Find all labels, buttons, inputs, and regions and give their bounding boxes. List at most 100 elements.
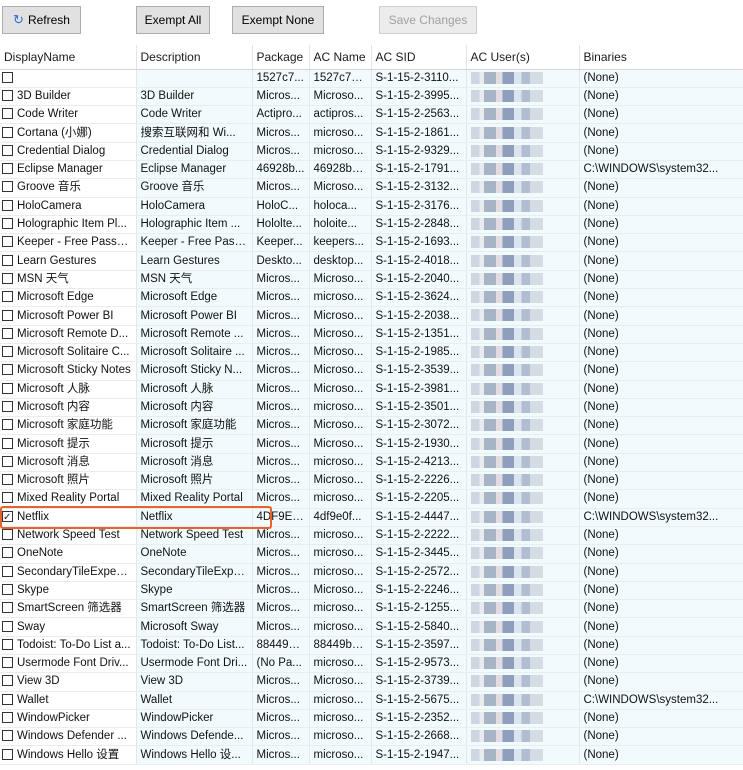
exempt-checkbox[interactable]	[2, 565, 13, 577]
table-row[interactable]: Windows Hello 设置 Windows Hello 设... Micros…	[0, 745, 743, 765]
table-row[interactable]: Learn Gestures Learn Gestures Deskto... des…	[0, 251, 743, 271]
displayname-cell[interactable]: Wallet	[0, 691, 137, 710]
exempt-all-button[interactable]: Exempt All	[136, 6, 210, 34]
exempt-checkbox[interactable]	[2, 272, 13, 284]
displayname-cell[interactable]: Usermode Font Driv...	[0, 654, 137, 674]
displayname-cell[interactable]: Microsoft Power BI	[0, 306, 137, 326]
table-row[interactable]: Microsoft Solitaire C... Microsoft Solita…	[0, 343, 743, 363]
refresh-button[interactable]: ↻ Refresh	[2, 6, 81, 34]
displayname-cell[interactable]: SecondaryTileExperi...	[0, 563, 137, 582]
exempt-checkbox[interactable]	[2, 181, 13, 193]
table-row[interactable]: Network Speed Test Network Speed Test Micr…	[0, 526, 743, 546]
displayname-cell[interactable]: Microsoft Solitaire C...	[0, 343, 137, 363]
displayname-cell[interactable]: Learn Gestures	[0, 251, 137, 271]
table-row[interactable]: Sway Microsoft Sway Micros... microso... S-1…	[0, 617, 743, 637]
exempt-checkbox[interactable]	[2, 108, 13, 120]
exempt-checkbox[interactable]	[2, 419, 13, 431]
exempt-checkbox[interactable]	[2, 693, 13, 705]
table-row[interactable]: Mixed Reality Portal Mixed Reality Portal…	[0, 489, 743, 509]
exempt-checkbox[interactable]	[2, 638, 13, 650]
table-row[interactable]: Microsoft 提示 Microsoft 提示 Micros... Microso…	[0, 434, 743, 454]
displayname-cell[interactable]: Microsoft 照片	[0, 471, 137, 491]
displayname-cell[interactable]: Code Writer	[0, 105, 137, 125]
table-row[interactable]: Credential Dialog Credential Dialog Micros…	[0, 142, 743, 161]
displayname-cell[interactable]: Windows Defender ...	[0, 727, 137, 747]
table-row[interactable]: 1527c7... 1527c70... S-1-15-2-3110... (None…	[0, 69, 743, 88]
table-row[interactable]: WindowPicker WindowPicker Micros... microso…	[0, 709, 743, 729]
displayname-cell[interactable]	[0, 69, 137, 88]
table-row[interactable]: Microsoft 内容 Microsoft 内容 Micros... microso…	[0, 398, 743, 418]
displayname-cell[interactable]: Netflix	[0, 508, 137, 527]
column-header-description[interactable]: Description	[136, 45, 253, 70]
displayname-cell[interactable]: Network Speed Test	[0, 526, 137, 546]
exempt-checkbox[interactable]	[2, 547, 13, 559]
exempt-checkbox[interactable]	[2, 236, 13, 248]
exempt-checkbox[interactable]	[2, 748, 13, 760]
displayname-cell[interactable]: Eclipse Manager	[0, 160, 137, 180]
exempt-checkbox[interactable]	[2, 657, 13, 669]
table-row[interactable]: Microsoft 家庭功能 Microsoft 家庭功能 Micros... Mic…	[0, 416, 743, 436]
table-row[interactable]: OneNote OneNote Micros... microso... S-1-15-…	[0, 544, 743, 564]
table-row[interactable]: Microsoft 人脉 Microsoft 人脉 Micros... Microso…	[0, 380, 743, 399]
exempt-checkbox[interactable]	[2, 254, 13, 266]
displayname-cell[interactable]: Todoist: To-Do List a...	[0, 636, 137, 656]
displayname-cell[interactable]: Sway	[0, 617, 137, 637]
exempt-checkbox[interactable]	[2, 474, 13, 486]
displayname-cell[interactable]: Windows Hello 设置	[0, 745, 137, 765]
displayname-cell[interactable]: Microsoft Sticky Notes	[0, 361, 137, 381]
table-row[interactable]: Windows Defender ... Windows Defende... Mi…	[0, 727, 743, 747]
displayname-cell[interactable]: Microsoft 家庭功能	[0, 416, 137, 436]
exempt-checkbox[interactable]	[2, 346, 13, 358]
exempt-checkbox[interactable]	[2, 309, 13, 321]
table-row[interactable]: Microsoft Sticky Notes Microsoft Sticky N…	[0, 361, 743, 381]
column-header-ac-users[interactable]: AC User(s)	[466, 45, 580, 70]
exempt-checkbox[interactable]	[2, 730, 13, 742]
save-changes-button[interactable]: Save Changes	[379, 6, 477, 34]
displayname-cell[interactable]: 3D Builder	[0, 87, 137, 107]
exempt-checkbox[interactable]	[2, 529, 13, 541]
exempt-checkbox[interactable]	[2, 327, 13, 339]
displayname-cell[interactable]: Microsoft 提示	[0, 434, 137, 454]
table-row[interactable]: MSN 天气 MSN 天气 Micros... Microso... S-1-15-2-…	[0, 270, 743, 290]
displayname-cell[interactable]: WindowPicker	[0, 709, 137, 729]
exempt-checkbox[interactable]	[2, 364, 13, 376]
exempt-checkbox[interactable]	[2, 199, 13, 211]
exempt-checkbox[interactable]	[2, 583, 13, 595]
table-row[interactable]: Microsoft Power BI Microsoft Power BI Micr…	[0, 306, 743, 326]
exempt-checkbox[interactable]	[2, 163, 13, 175]
exempt-checkbox[interactable]	[2, 218, 13, 230]
exempt-checkbox[interactable]	[2, 437, 13, 449]
column-header-ac-name[interactable]: AC Name	[309, 45, 372, 70]
exempt-checkbox[interactable]	[2, 400, 13, 412]
exempt-none-button[interactable]: Exempt None	[232, 6, 324, 34]
displayname-cell[interactable]: OneNote	[0, 544, 137, 564]
table-row[interactable]: Keeper - Free Passw... Keeper - Free Pass…	[0, 233, 743, 253]
displayname-cell[interactable]: Microsoft 人脉	[0, 380, 137, 399]
table-row[interactable]: Holographic Item Pl... Holographic Item .…	[0, 215, 743, 235]
displayname-cell[interactable]: SmartScreen 筛选器	[0, 599, 137, 619]
displayname-cell[interactable]: Holographic Item Pl...	[0, 215, 137, 235]
table-row[interactable]: Groove 音乐 Groove 音乐 Micros... Microso... S-1…	[0, 178, 743, 198]
displayname-cell[interactable]: Keeper - Free Passw...	[0, 233, 137, 253]
exempt-checkbox[interactable]	[2, 382, 13, 394]
table-row[interactable]: SecondaryTileExperi... SecondaryTileExpe.…	[0, 563, 743, 582]
table-row[interactable]: Microsoft 照片 Microsoft 照片 Micros... Microso…	[0, 471, 743, 491]
exempt-checkbox[interactable]	[2, 144, 13, 156]
table-row[interactable]: Microsoft Remote D... Microsoft Remote ..…	[0, 325, 743, 344]
exempt-checkbox[interactable]	[2, 712, 13, 724]
displayname-cell[interactable]: Microsoft 消息	[0, 453, 137, 473]
displayname-cell[interactable]: Cortana (小娜)	[0, 123, 137, 143]
exempt-checkbox[interactable]	[2, 126, 13, 138]
table-row[interactable]: Microsoft 消息 Microsoft 消息 Micros... microso…	[0, 453, 743, 473]
exempt-checkbox[interactable]	[2, 291, 13, 303]
exempt-checkbox[interactable]	[2, 71, 13, 83]
displayname-cell[interactable]: Microsoft Remote D...	[0, 325, 137, 344]
table-row[interactable]: Microsoft Edge Microsoft Edge Micros... mic…	[0, 288, 743, 308]
exempt-checkbox[interactable]	[2, 509, 13, 525]
table-row[interactable]: Todoist: To-Do List a... Todoist: To-Do L…	[0, 636, 743, 656]
table-row[interactable]: Code Writer Code Writer Actipro... actipros…	[0, 105, 743, 125]
column-header-binaries[interactable]: Binaries	[579, 45, 743, 70]
exempt-checkbox[interactable]	[2, 602, 13, 614]
exempt-checkbox[interactable]	[2, 455, 13, 467]
exempt-checkbox[interactable]	[2, 675, 13, 687]
